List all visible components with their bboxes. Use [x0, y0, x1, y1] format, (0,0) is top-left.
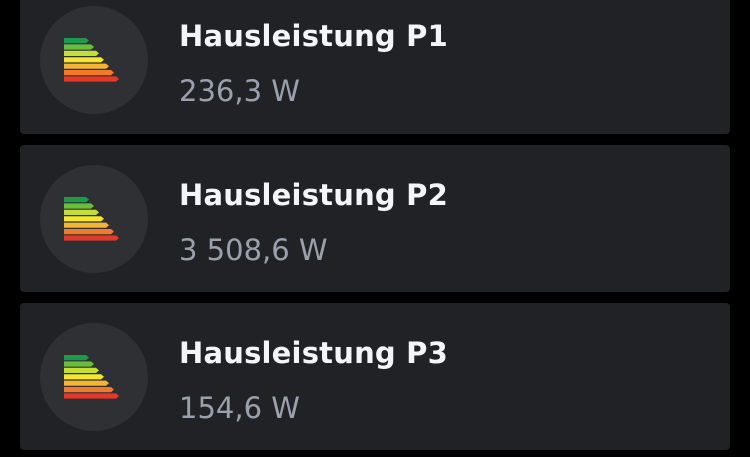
- energy-label-icon: [64, 355, 119, 399]
- sensor-card-hausleistung-p3[interactable]: Hausleistung P3 154,6 W: [20, 303, 730, 450]
- energy-label-icon: [64, 38, 119, 82]
- energy-label-bar: [64, 63, 109, 69]
- energy-label-bar: [64, 209, 99, 215]
- card-title: Hausleistung P2: [179, 178, 448, 212]
- energy-label-bar: [64, 216, 104, 222]
- energy-label-bar: [64, 38, 89, 44]
- energy-label-bar: [64, 44, 94, 50]
- card-title: Hausleistung P1: [179, 19, 448, 53]
- energy-label-icon: [64, 197, 119, 241]
- energy-label-bar: [64, 70, 114, 76]
- energy-label-bar: [64, 374, 104, 380]
- energy-label-bar: [64, 380, 109, 386]
- energy-label-bar: [64, 76, 119, 82]
- energy-label-bar: [64, 222, 109, 228]
- icon-badge: [40, 323, 148, 431]
- energy-label-bar: [64, 361, 94, 367]
- icon-badge: [40, 6, 148, 114]
- card-value: 154,6 W: [179, 391, 300, 425]
- energy-label-bar: [64, 57, 104, 63]
- energy-label-bar: [64, 50, 99, 56]
- energy-label-bar: [64, 393, 119, 399]
- icon-badge: [40, 165, 148, 273]
- energy-label-bar: [64, 197, 89, 203]
- energy-label-bar: [64, 355, 89, 361]
- card-title: Hausleistung P3: [179, 336, 448, 370]
- card-value: 236,3 W: [179, 74, 300, 108]
- energy-label-bar: [64, 235, 119, 241]
- sensor-card-hausleistung-p2[interactable]: Hausleistung P2 3 508,6 W: [20, 145, 730, 292]
- energy-label-bar: [64, 387, 114, 393]
- card-value: 3 508,6 W: [179, 233, 328, 267]
- energy-label-bar: [64, 229, 114, 235]
- sensor-card-list: Hausleistung P1 236,3 W Hausleistung P2 …: [0, 0, 750, 457]
- energy-label-bar: [64, 367, 99, 373]
- energy-label-bar: [64, 203, 94, 209]
- sensor-card-hausleistung-p1[interactable]: Hausleistung P1 236,3 W: [20, 0, 730, 134]
